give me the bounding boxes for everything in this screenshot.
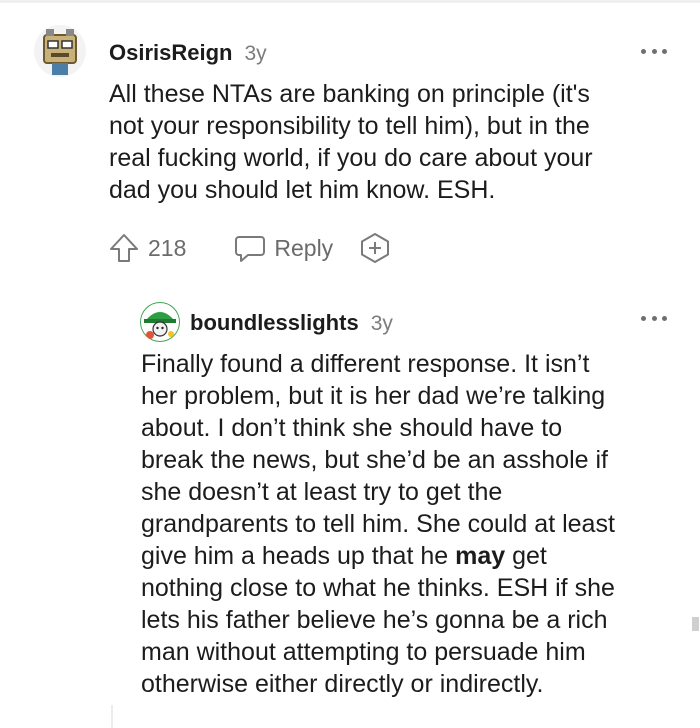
top-divider (0, 0, 700, 3)
vote-count: 218 (148, 234, 187, 261)
comment-line: she doesn’t at least try to get the (141, 478, 503, 506)
comment-line: not your responsibility to tell him), bu… (109, 112, 590, 140)
comment-line: her problem, but it is her dad we’re tal… (141, 382, 606, 410)
reply-button[interactable]: Reply (234, 232, 333, 264)
comment-author[interactable]: boundlesslights (190, 310, 359, 336)
comment-line: nothing close to what he thinks. ESH if … (141, 574, 615, 602)
comment-line: real fucking world, if you do care about… (109, 144, 593, 172)
award-button[interactable] (359, 232, 391, 264)
comment-text: get (505, 542, 547, 570)
more-dots-icon[interactable] (641, 314, 667, 322)
comment-line: break the news, but she’d be an asshole … (141, 446, 608, 474)
comment-line: give him a heads up that he may get (141, 540, 615, 572)
comment-meta: boundlesslights 3y (190, 310, 393, 336)
comment-line: grandparents to tell him. She could at l… (141, 510, 615, 538)
reply-label: Reply (274, 234, 334, 261)
comment-body: All these NTAs are banking on principle … (109, 78, 593, 206)
comment-age: 3y (370, 312, 393, 335)
comment-line: about. I don’t think she should have to (141, 414, 563, 442)
comment-line: dad you should let him know. ESH. (109, 176, 496, 204)
comment-line: otherwise either directly or indirectly. (141, 670, 544, 698)
comment-author[interactable]: OsirisReign (109, 40, 232, 66)
comment-text: give him a heads up that he (141, 542, 456, 570)
comment-actions: 218 Reply (108, 232, 391, 264)
comment-body: Finally found a different response. It i… (141, 348, 615, 700)
reply-bubble-icon (235, 236, 266, 262)
comment-line: man without attempting to persuade him (141, 638, 586, 666)
avatar-osirisreign[interactable] (34, 23, 86, 79)
comment-line: lets his father believe he’s gonna be a … (141, 606, 608, 634)
scrollbar-thumb[interactable] (692, 617, 699, 631)
robot-box-avatar-icon (34, 25, 86, 77)
comment-emphasis: may (455, 542, 506, 570)
comment-meta: OsirisReign 3y (109, 40, 267, 66)
thread-line[interactable] (111, 705, 113, 728)
upvote-arrow-icon (110, 234, 138, 262)
green-hat-avatar-icon (140, 302, 180, 342)
upvote-button[interactable]: 218 (108, 232, 186, 264)
comment-line: All these NTAs are banking on principle … (109, 80, 590, 108)
more-dots-icon[interactable] (641, 47, 667, 55)
comment-line: Finally found a different response. It i… (141, 350, 590, 378)
avatar-boundlesslights[interactable] (140, 302, 180, 342)
award-plus-icon (361, 233, 390, 263)
comment-age: 3y (244, 42, 267, 65)
